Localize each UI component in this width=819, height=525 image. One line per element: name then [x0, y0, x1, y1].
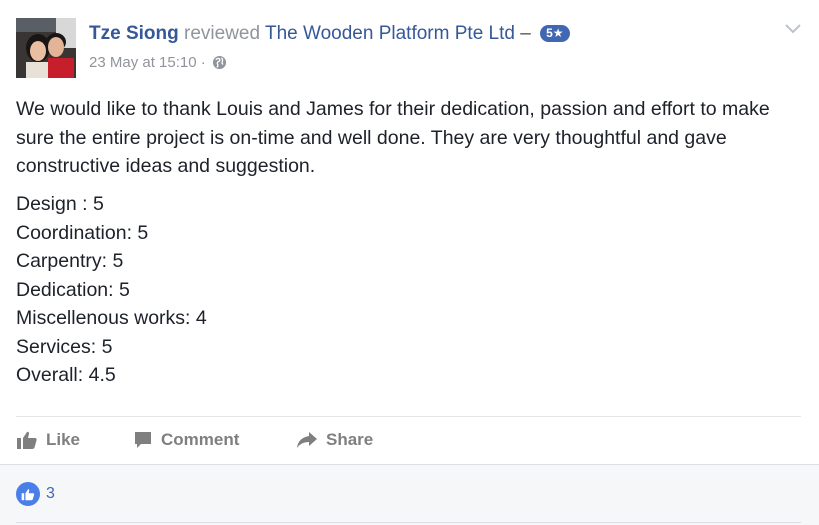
- page-name-link[interactable]: The Wooden Platform Pte Ltd: [265, 23, 515, 44]
- meta-dot: ·: [200, 54, 206, 71]
- reviewed-verb: reviewed: [184, 23, 261, 44]
- reactions-footer: 3: [0, 464, 819, 525]
- share-button[interactable]: Share: [296, 430, 373, 450]
- rating-line: Design : 5: [16, 193, 104, 215]
- like-button[interactable]: Like: [16, 430, 133, 450]
- rating-badge: 5★: [540, 25, 570, 42]
- post-header: Tze Siong reviewed The Wooden Platform P…: [89, 21, 570, 76]
- rating-line: Miscellenous works: 4: [16, 307, 207, 329]
- author-name[interactable]: Tze Siong: [89, 23, 179, 44]
- rating-line: Dedication: 5: [16, 278, 130, 301]
- rating-line: Coordination: 5: [16, 221, 149, 244]
- separator: –: [520, 23, 531, 44]
- post-title-line: Tze Siong reviewed The Wooden Platform P…: [89, 21, 570, 47]
- share-label: Share: [326, 430, 374, 449]
- review-text: We would like to thank Louis and James f…: [16, 98, 770, 177]
- rating-line: Overall: 4.5: [16, 364, 116, 386]
- like-reaction-icon: [16, 482, 40, 506]
- comment-button[interactable]: Comment: [133, 430, 296, 450]
- divider: [16, 522, 801, 523]
- avatar[interactable]: [16, 18, 76, 78]
- review-post: Tze Siong reviewed The Wooden Platform P…: [0, 0, 819, 464]
- post-meta: 23 May at 15:10 ·: [89, 53, 570, 76]
- globe-icon[interactable]: [212, 55, 227, 76]
- share-arrow-icon: [297, 432, 317, 448]
- reaction-summary[interactable]: 3: [16, 482, 55, 506]
- comment-label: Comment: [161, 430, 240, 449]
- ratings-list: Design : 5 Coordination: 5 Carpentry: 5 …: [16, 190, 207, 390]
- avatar-photo: [16, 18, 76, 78]
- action-bar: Like Comment Share: [16, 424, 373, 456]
- divider: [16, 416, 801, 417]
- thumbs-up-icon: [17, 431, 37, 449]
- comment-icon: [135, 432, 151, 448]
- chevron-down-icon[interactable]: [785, 22, 801, 40]
- timestamp[interactable]: 23 May at 15:10: [89, 54, 197, 71]
- rating-line: Carpentry: 5: [16, 250, 124, 272]
- reaction-count[interactable]: 3: [46, 485, 55, 503]
- like-label: Like: [46, 430, 81, 449]
- rating-line: Services: 5: [16, 335, 113, 358]
